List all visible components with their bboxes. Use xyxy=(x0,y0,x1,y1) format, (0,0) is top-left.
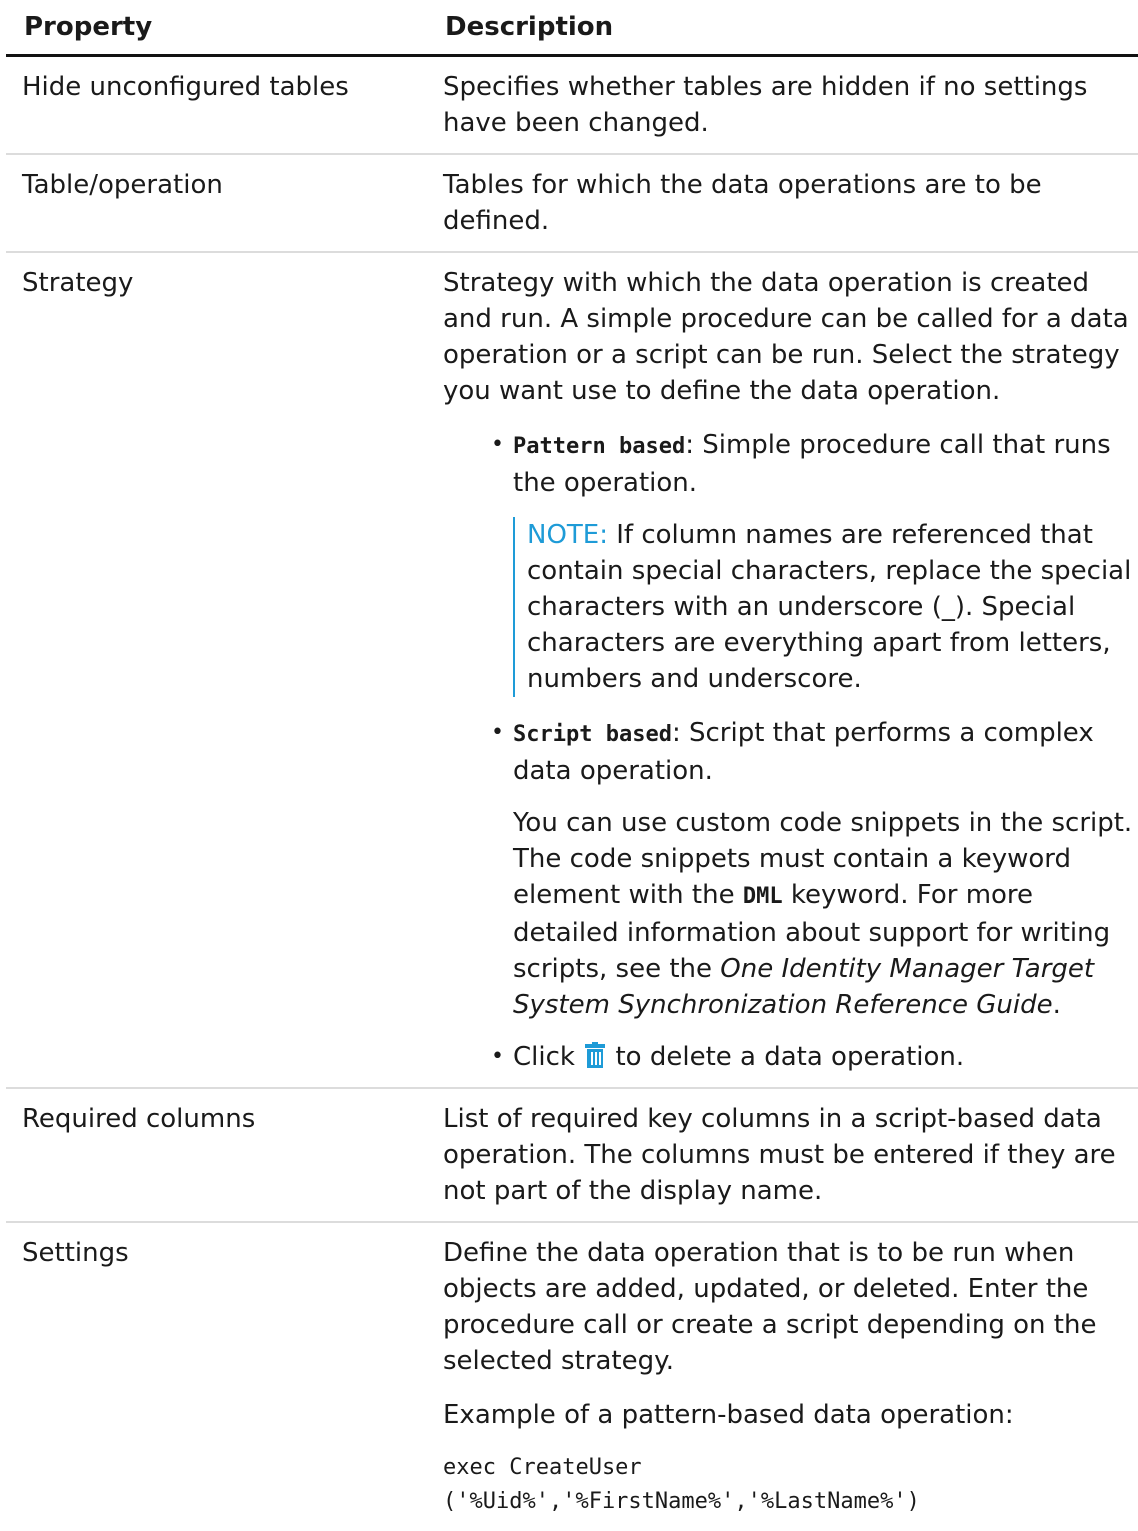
properties-table: Property Description Hide unconfigured t… xyxy=(6,0,1138,1531)
settings-description: Define the data operation that is to be … xyxy=(443,1238,1097,1376)
delete-text: to delete a data operation. xyxy=(615,1042,965,1072)
table-header-row: Property Description xyxy=(6,0,1138,57)
table-row: Table/operation Tables for which the dat… xyxy=(6,154,1138,253)
table-row: Required columns List of required key co… xyxy=(6,1088,1138,1223)
list-item-pattern-based: Pattern based: Simple procedure call tha… xyxy=(491,427,1138,697)
note-label: NOTE: xyxy=(527,520,608,550)
property-description: Tables for which the data operations are… xyxy=(435,154,1138,253)
trash-icon xyxy=(585,1042,606,1068)
property-name: Required columns xyxy=(6,1088,435,1223)
property-description-cell: Define the data operation that is to be … xyxy=(435,1222,1138,1531)
script-detail: You can use custom code snippets in the … xyxy=(513,805,1138,1023)
property-description: List of required key columns in a script… xyxy=(435,1088,1138,1223)
strategy-intro: Strategy with which the data operation i… xyxy=(443,268,1129,406)
property-name: Settings xyxy=(22,1238,129,1268)
description-column-header: Description xyxy=(435,0,1138,57)
list-item-delete: Click to delete a data operation. xyxy=(491,1039,1138,1075)
example-label: Example of a pattern-based data operatio… xyxy=(443,1400,1014,1430)
table-row: Hide unconfigured tables Specifies wheth… xyxy=(6,55,1138,155)
click-text: Click xyxy=(513,1042,575,1072)
property-name: Hide unconfigured tables xyxy=(6,55,435,155)
strategy-term: Pattern based xyxy=(513,434,686,459)
strategy-term: Script based xyxy=(513,722,672,747)
table-row: Settings Define the data operation that … xyxy=(6,1222,1138,1531)
code-example: exec CreateUser ('%Uid%','%FirstName%','… xyxy=(443,1455,920,1514)
property-column-header: Property xyxy=(6,0,435,57)
note-text: If column names are referenced that cont… xyxy=(527,520,1132,694)
table-row: Strategy Strategy with which the data op… xyxy=(6,252,1138,1089)
property-name: Strategy xyxy=(6,252,435,1089)
property-name: Table/operation xyxy=(6,154,435,253)
dml-keyword: DML xyxy=(742,884,783,909)
script-detail-text: . xyxy=(1052,990,1061,1020)
strategy-list: Pattern based: Simple procedure call tha… xyxy=(443,427,1138,1075)
property-description-cell: Strategy with which the data operation i… xyxy=(435,252,1138,1089)
note-callout: NOTE: If column names are referenced tha… xyxy=(513,517,1138,697)
list-item-script-based: Script based: Script that performs a com… xyxy=(491,715,1138,1023)
property-description: Specifies whether tables are hidden if n… xyxy=(435,55,1138,155)
